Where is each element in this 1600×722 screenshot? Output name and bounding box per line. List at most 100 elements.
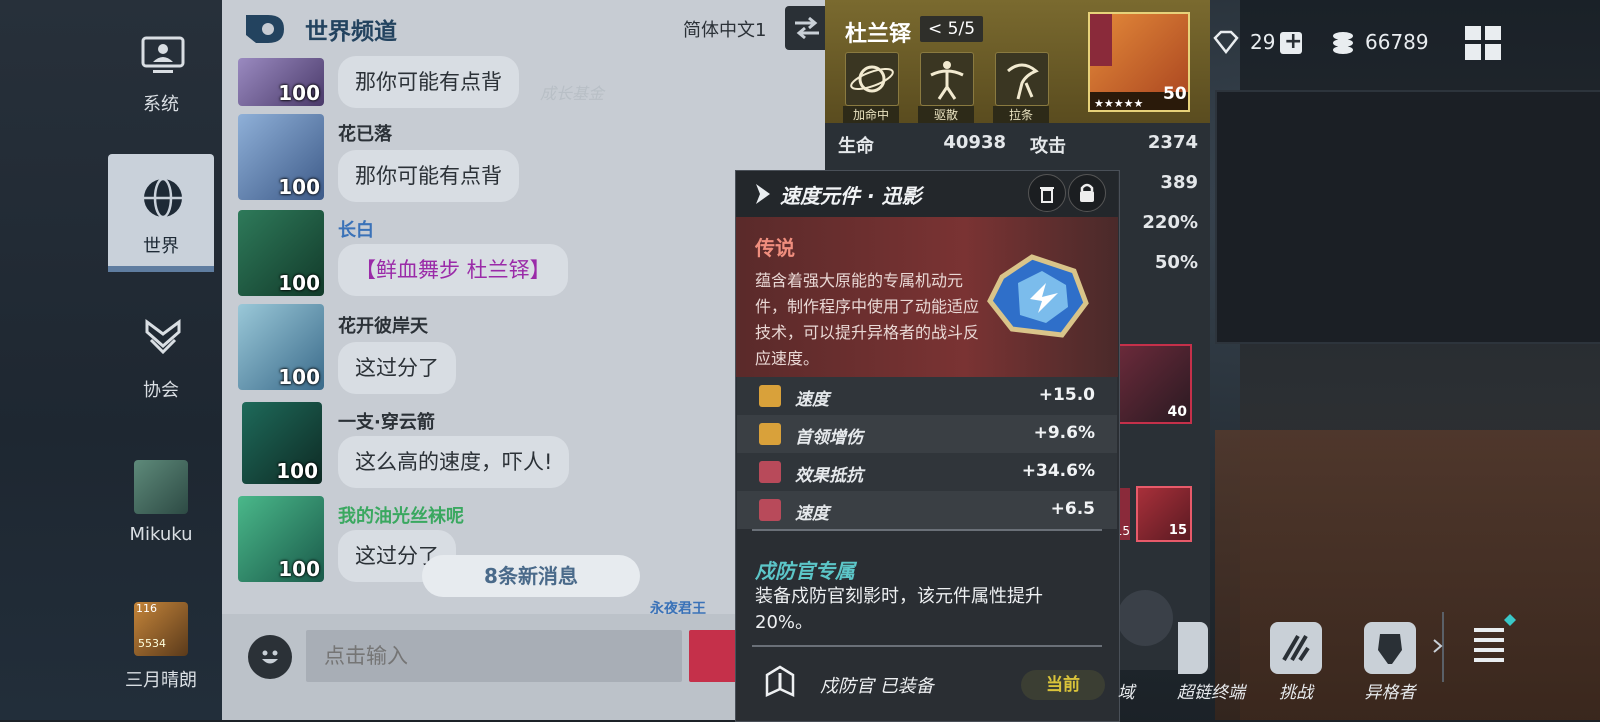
whirl-icon bbox=[1007, 63, 1039, 100]
nav-guild-label: 协会 bbox=[143, 380, 179, 401]
chat-title: 世界频道 bbox=[305, 19, 397, 45]
message-bubble: 那你可能有点背 bbox=[338, 150, 519, 202]
equipment-slot[interactable]: 40 bbox=[1118, 344, 1192, 424]
exclusive-set-title: 戍防官专属 bbox=[755, 559, 855, 583]
skill-dispel[interactable] bbox=[920, 52, 974, 106]
message-username[interactable]: 长白 bbox=[338, 216, 374, 242]
user-level: 100 bbox=[276, 459, 318, 483]
substat-row: 速度 +15.0 bbox=[737, 377, 1117, 415]
swap-channel-button[interactable] bbox=[785, 6, 829, 50]
menu-label: 异格者 bbox=[1364, 683, 1416, 703]
slot-level: 15 bbox=[1168, 523, 1187, 538]
nav-dm-sanyue-label: 三月晴朗 bbox=[125, 670, 197, 691]
plus-icon: + bbox=[1284, 29, 1303, 54]
background-couch bbox=[1215, 430, 1600, 720]
stat-value: 389 bbox=[1160, 172, 1198, 193]
character-level: 50 bbox=[1163, 84, 1187, 104]
smiley-icon bbox=[262, 650, 278, 664]
chat-logo-icon bbox=[246, 15, 284, 43]
channel-sidebar: 系统 世界 协会 Mikuku 116 5534 三月晴朗 bbox=[0, 0, 222, 720]
message-bubble-link[interactable]: 【鲜血舞步 杜兰铎】 bbox=[338, 244, 568, 296]
message-avatar[interactable]: 100 bbox=[238, 210, 324, 296]
lock-button[interactable] bbox=[1068, 174, 1106, 212]
user-level: 100 bbox=[278, 81, 320, 105]
menu-label: 超链终端 bbox=[1177, 683, 1245, 703]
diamond-icon bbox=[1213, 30, 1239, 54]
slot-level: 40 bbox=[1167, 404, 1187, 420]
message-avatar[interactable]: 100 bbox=[238, 496, 324, 582]
badge-code: 5534 bbox=[138, 637, 166, 650]
gem-count: 29 bbox=[1250, 30, 1276, 54]
trash-icon bbox=[1040, 187, 1054, 203]
nav-dm-sanyue[interactable]: 116 5534 三月晴朗 bbox=[108, 600, 214, 712]
substat-name: 首领增伤 bbox=[795, 428, 863, 448]
effect-resist-icon bbox=[759, 461, 781, 483]
message-avatar[interactable]: 100 bbox=[238, 304, 324, 390]
chevron-right-icon[interactable] bbox=[1432, 638, 1444, 654]
skill-accuracy[interactable] bbox=[845, 52, 899, 106]
nav-dm-mikuku[interactable]: Mikuku bbox=[108, 458, 214, 570]
substat-value: +34.6% bbox=[1021, 461, 1095, 481]
substat-value: +15.0 bbox=[1038, 385, 1095, 405]
lock-icon bbox=[1080, 183, 1094, 202]
planet-icon bbox=[850, 65, 894, 93]
message-avatar[interactable]: 100 bbox=[238, 58, 324, 106]
tooltip-title: 速度元件 · 迅影 bbox=[780, 184, 922, 208]
stat-label-hp: 生命 bbox=[838, 136, 874, 157]
globe-icon bbox=[144, 177, 182, 219]
message-username[interactable]: 一支·穿云箭 bbox=[338, 408, 435, 434]
message-username[interactable]: 我的油光丝袜呢 bbox=[338, 502, 464, 528]
message-bubble: 那你可能有点背 bbox=[338, 56, 519, 108]
avatar bbox=[134, 460, 188, 514]
avatar: 116 5534 bbox=[134, 602, 188, 656]
equipped-component-slot[interactable] bbox=[1117, 590, 1173, 646]
character-head-icon bbox=[1378, 634, 1402, 664]
rarity-label: 传说 bbox=[755, 236, 795, 260]
stat-label-atk: 攻击 bbox=[1030, 136, 1066, 157]
substat-row: 首领增伤 +9.6% bbox=[737, 415, 1117, 453]
dismantle-button[interactable] bbox=[1028, 174, 1066, 212]
menu-button-challenge[interactable] bbox=[1270, 622, 1322, 674]
message-username[interactable]: 花已落 bbox=[338, 120, 392, 146]
nav-world[interactable]: 世界 bbox=[108, 154, 214, 272]
nav-system[interactable]: 系统 bbox=[108, 24, 214, 136]
grid-menu-icon[interactable] bbox=[1465, 26, 1501, 60]
menu-button-characters[interactable] bbox=[1364, 622, 1416, 674]
message-bubble: 这过分了 bbox=[338, 342, 456, 394]
share-icon: < bbox=[928, 19, 943, 39]
background-watermark: 成长基金 bbox=[540, 84, 605, 103]
user-level: 100 bbox=[278, 175, 320, 199]
equipped-status: 戍防官 已装备 bbox=[820, 676, 934, 697]
speed-component-art bbox=[987, 254, 1089, 338]
substat-value: +9.6% bbox=[1033, 423, 1095, 443]
menu-button-partial[interactable] bbox=[1178, 622, 1208, 674]
speed-icon bbox=[759, 385, 781, 407]
skill-label: 拉条 bbox=[993, 106, 1049, 123]
monitor-icon bbox=[141, 36, 185, 73]
coin-count: 66789 bbox=[1365, 30, 1429, 54]
substat-row: 速度 +6.5 bbox=[737, 491, 1117, 529]
emoji-button[interactable] bbox=[248, 635, 292, 679]
skill-advance[interactable] bbox=[995, 52, 1049, 106]
chat-input[interactable] bbox=[306, 630, 682, 682]
nav-world-label: 世界 bbox=[143, 236, 179, 257]
substat-value: +6.5 bbox=[1050, 499, 1095, 519]
equipment-slot[interactable]: 15 bbox=[1136, 486, 1192, 542]
add-gems-button[interactable]: + bbox=[1280, 29, 1303, 54]
language-selector[interactable]: 简体中文1 bbox=[683, 16, 766, 42]
stat-value: 50% bbox=[1154, 252, 1198, 273]
substat-name: 速度 bbox=[795, 390, 829, 410]
share-count[interactable]: < 5/5 bbox=[920, 16, 984, 42]
list-menu-icon[interactable] bbox=[1470, 614, 1518, 666]
nav-guild[interactable]: 协会 bbox=[108, 308, 214, 420]
message-avatar[interactable]: 100 bbox=[238, 114, 324, 200]
message-avatar[interactable]: 100 bbox=[242, 402, 322, 484]
challenge-icon bbox=[1282, 634, 1310, 662]
new-messages-button[interactable]: 8条新消息 bbox=[422, 555, 640, 597]
share-count-value: 5/5 bbox=[947, 19, 976, 39]
component-description: 蕴含着强大原能的专属机动元件，制作程序中使用了动能适应技术，可以提升异格者的战斗… bbox=[755, 271, 980, 368]
nav-dm-mikuku-label: Mikuku bbox=[129, 524, 193, 545]
message-username[interactable]: 花开彼岸天 bbox=[338, 312, 428, 338]
user-level: 100 bbox=[278, 271, 320, 295]
divider bbox=[752, 529, 1102, 531]
